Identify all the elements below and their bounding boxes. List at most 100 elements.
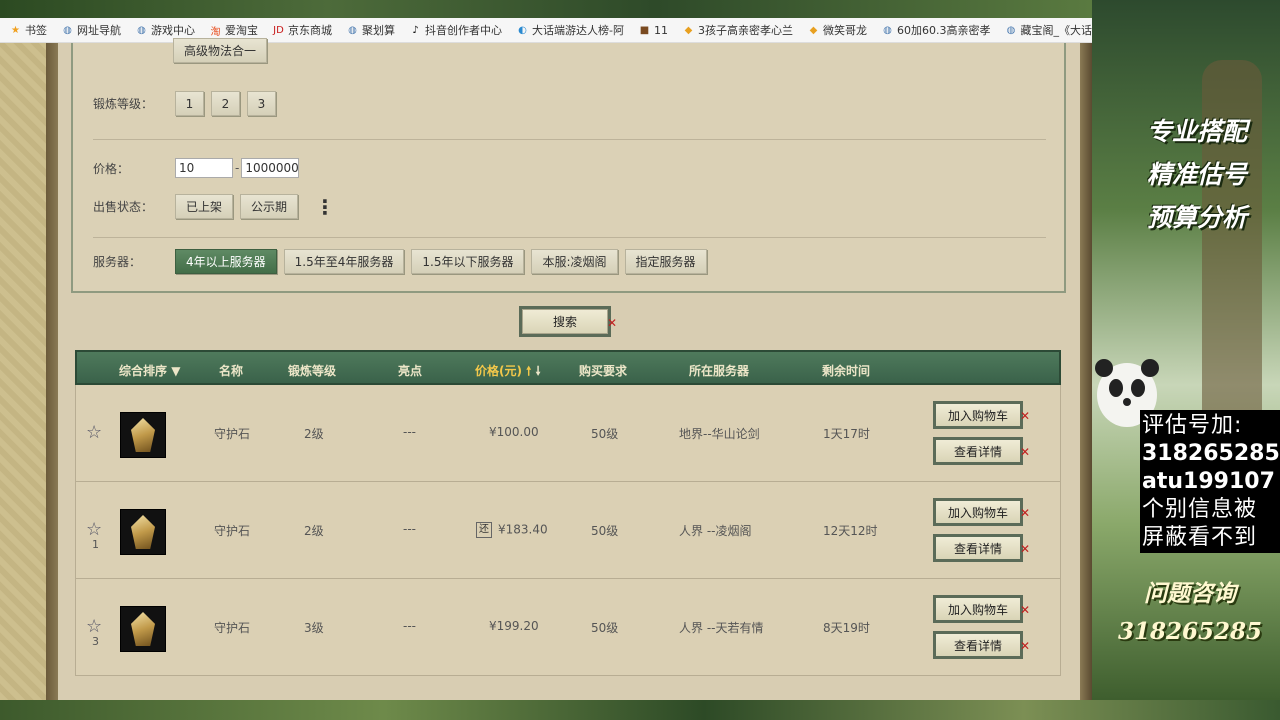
contact-box: 评估号加: 318265285 atu199107 个别信息被 屏蔽看不到 xyxy=(1140,410,1280,553)
price-range-dash: - xyxy=(235,161,240,175)
add-to-cart-button[interactable]: 加入购物车 ✕ xyxy=(933,595,1030,623)
server-option-current[interactable]: 本服:凌烟阁 xyxy=(531,249,618,274)
shield-icon: ◆ xyxy=(684,24,693,36)
consult-line: 问题咨询 xyxy=(1144,580,1236,607)
bookmark-label: 藏宝阁_《大话西游 xyxy=(1020,24,1092,37)
cell-highlight: --- xyxy=(403,425,416,439)
bookmark-item[interactable]: ◆ 微笑哥龙 xyxy=(800,22,874,38)
favorite-star-icon[interactable]: ☆ xyxy=(86,617,106,637)
slogan-line: 预算分析 xyxy=(1146,203,1247,232)
search-button-label: 搜索 xyxy=(552,315,577,329)
view-details-button[interactable]: 查看详情 ✕ xyxy=(933,437,1030,465)
bookmark-item[interactable]: ◐ 大话端游达人榜-阿 xyxy=(509,22,631,38)
cell-name: 守护石 xyxy=(214,621,251,635)
level-option-1[interactable]: 1 xyxy=(175,91,204,116)
background-scenery-bottom xyxy=(0,700,1280,720)
gem-icon xyxy=(131,612,155,646)
cell-level: 2级 xyxy=(304,524,324,538)
bookmark-item[interactable]: ★ 书签 xyxy=(2,22,54,38)
price-value: ¥100.00 xyxy=(489,425,539,439)
more-options-icon[interactable]: ⋮ xyxy=(315,197,335,217)
bookmark-item[interactable]: ◆ 3孩子高亲密孝心兰 xyxy=(675,22,800,38)
bookmark-label: 大话端游达人榜-阿 xyxy=(532,24,624,37)
add-to-cart-label: 加入购物车 xyxy=(947,408,1008,423)
cell-time-left: 1天17时 xyxy=(823,427,870,441)
cell-time-left: 8天19时 xyxy=(823,621,870,635)
cell-requirement: 50级 xyxy=(591,621,619,635)
taobao-icon: 淘 xyxy=(210,26,221,38)
bookmark-item[interactable]: JD 京东商城 xyxy=(265,22,339,38)
price-max-input[interactable] xyxy=(241,158,300,178)
bookmark-item[interactable]: ◍ 聚划算 xyxy=(339,22,402,38)
add-to-cart-label: 加入购物车 xyxy=(947,505,1008,520)
bookmark-item[interactable]: ♪ 抖音创作者中心 xyxy=(402,22,509,38)
server-option-1-5-to-4yr[interactable]: 1.5年至4年服务器 xyxy=(283,249,405,274)
globe-icon: ◍ xyxy=(883,24,892,36)
status-preview-button[interactable]: 公示期 xyxy=(240,194,299,219)
jd-icon: JD xyxy=(273,24,284,36)
header-price-sort[interactable]: 价格(元) 🠕 🠗 xyxy=(475,362,541,383)
view-details-label: 查看详情 xyxy=(953,638,1002,653)
page-left-border xyxy=(0,43,58,700)
item-thumbnail[interactable] xyxy=(120,606,166,652)
header-server: 所在服务器 xyxy=(689,364,750,378)
bookmark-label: 微笑哥龙 xyxy=(822,24,867,37)
tiktok-icon: ♪ xyxy=(412,24,419,36)
gem-icon xyxy=(131,515,155,549)
globe-icon: ◍ xyxy=(1006,24,1016,36)
contact-line: 屏蔽看不到 xyxy=(1142,525,1258,550)
search-button[interactable]: 搜索 ✕ xyxy=(519,306,617,337)
bookmark-label: 11 xyxy=(653,23,668,37)
consult-line: 318265285 xyxy=(1117,618,1263,645)
view-details-button[interactable]: 查看详情 ✕ xyxy=(933,631,1030,659)
divider xyxy=(93,237,1046,238)
cell-requirement: 50级 xyxy=(591,524,619,538)
filter-panel: 高级物法合一 锻炼等级： 1 2 3 价格： - 出售状态： 已上架 公示期 ⋮… xyxy=(71,38,1066,293)
bookmark-item[interactable]: ◍ 60加60.3高亲密孝 xyxy=(874,22,998,38)
results-table: 综合排序 ▼ 名称 锻炼等级 亮点 价格(元) 🠕 🠗 购买要求 所在服务器 剩… xyxy=(75,350,1061,700)
server-label: 服务器： xyxy=(93,255,142,269)
add-to-cart-button[interactable]: 加入购物车 ✕ xyxy=(933,498,1030,526)
globe-icon: ◍ xyxy=(137,24,146,36)
view-details-button[interactable]: 查看详情 ✕ xyxy=(933,534,1030,562)
bookmark-item[interactable]: ◍ 游戏中心 xyxy=(128,22,202,38)
server-option-under-1-5yr[interactable]: 1.5年以下服务器 xyxy=(411,249,525,274)
cell-server: 人界 --天若有情 xyxy=(679,621,764,635)
bookmark-item[interactable]: 淘爱淘宝 xyxy=(202,22,265,38)
cell-server: 地界--华山论剑 xyxy=(679,427,760,441)
ribbon-decoration-icon: ✕ xyxy=(1019,542,1030,556)
favorite-star-icon[interactable]: ☆ xyxy=(86,423,106,443)
bookmark-label: 60加60.3高亲密孝 xyxy=(896,24,991,37)
ribbon-decoration-icon: ✕ xyxy=(1019,506,1030,520)
arrow-up-icon: 🠕 xyxy=(526,364,532,378)
status-listed-button[interactable]: 已上架 xyxy=(175,194,234,219)
item-thumbnail[interactable] xyxy=(120,509,166,555)
view-details-label: 查看详情 xyxy=(953,444,1002,459)
server-option-specified[interactable]: 指定服务器 xyxy=(624,249,707,274)
add-to-cart-button[interactable]: 加入购物车 ✕ xyxy=(933,401,1030,429)
filter-option-advanced[interactable]: 高级物法合一 xyxy=(173,38,268,63)
bookmark-item[interactable]: ■ 11 xyxy=(631,24,675,37)
bookmark-item[interactable]: ◍ 网址导航 xyxy=(54,22,128,38)
cell-server: 人界 --凌烟阁 xyxy=(679,524,752,538)
bookmark-item[interactable]: ◍ 藏宝阁_《大话西游 xyxy=(997,22,1092,38)
price-value: ¥183.40 xyxy=(498,522,548,537)
server-option-4yr-plus[interactable]: 4年以上服务器 xyxy=(175,249,277,274)
favorite-star-icon[interactable]: ☆ xyxy=(86,520,106,540)
level-option-3[interactable]: 3 xyxy=(247,91,276,116)
item-thumbnail[interactable] xyxy=(120,412,166,458)
table-row: ☆ 3 守护石 3级 --- 50级 人界 --天若有情 8天19时 ¥199.20 加入购物车 ✕… xyxy=(75,579,1061,676)
price-min-input[interactable] xyxy=(175,158,233,178)
gem-icon xyxy=(131,418,155,452)
sort-dropdown[interactable]: 综合排序 ▼ xyxy=(119,362,180,379)
table-row: ☆ 守护石 2级 --- 50级 地界--华山论剑 1天17时 ¥100.00 加入购物车 ✕ 查看… xyxy=(75,385,1061,482)
contact-line: 评估号加: xyxy=(1142,413,1243,438)
contact-line: 个别信息被 xyxy=(1142,497,1258,522)
contact-line: atu199107 xyxy=(1142,469,1275,494)
consult-info: 问题咨询 318265285 xyxy=(1110,575,1270,651)
level-option-2[interactable]: 2 xyxy=(211,91,240,116)
ribbon-decoration-icon: ✕ xyxy=(1019,445,1030,459)
page-right-border xyxy=(1080,43,1092,700)
cell-price: ¥199.20 xyxy=(489,619,539,633)
ribbon-decoration-icon: ✕ xyxy=(1019,409,1030,423)
